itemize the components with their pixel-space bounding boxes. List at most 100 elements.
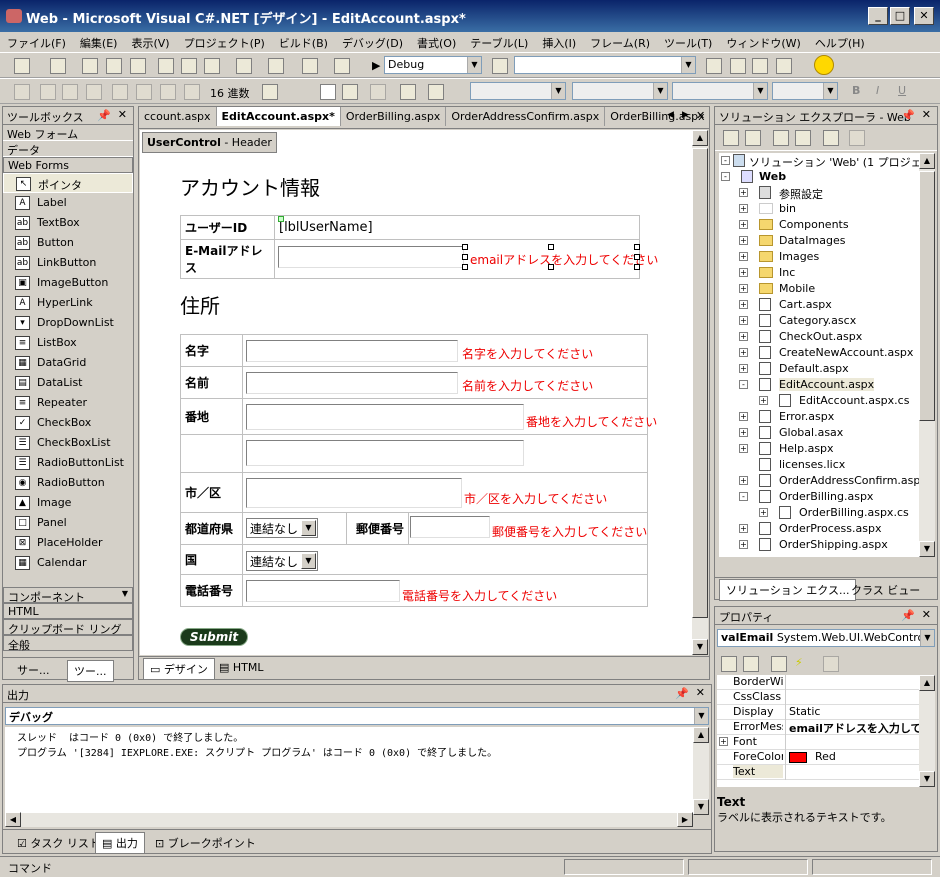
tree-node[interactable]: + Error.aspx <box>719 409 919 425</box>
doc-tab[interactable]: OrderAddressConfirm.aspx <box>446 107 606 126</box>
toolbox-item[interactable]: ab Button <box>3 233 133 253</box>
tree-node[interactable]: + Components <box>719 217 919 233</box>
view-code-icon[interactable] <box>723 130 739 146</box>
collapse-icon[interactable]: - <box>721 172 730 181</box>
design-surface[interactable]: UserControl - Header アカウント情報 ユーザーID [lblU… <box>140 130 692 655</box>
country-select[interactable]: 連結なし ▼ <box>246 551 318 571</box>
property-row[interactable]: Text <box>717 765 919 780</box>
scroll-up-icon[interactable]: ▲ <box>919 675 935 691</box>
toolbox-item[interactable]: ↖ ポインタ <box>3 173 133 193</box>
scroll-thumb[interactable] <box>919 171 935 421</box>
tree-node[interactable]: + OrderShipping.aspx <box>719 537 919 553</box>
tab-scroll-left-icon[interactable]: ◀ <box>667 110 674 120</box>
expand-icon[interactable]: + <box>739 476 748 485</box>
tree-node[interactable]: + OrderAddressConfirm.aspx <box>719 473 919 489</box>
font-size-combo[interactable]: ▼ <box>672 82 768 100</box>
pin-icon[interactable]: 📌 <box>901 109 915 122</box>
tree-node[interactable]: + Mobile <box>719 281 919 297</box>
property-value[interactable] <box>785 675 919 690</box>
tree-node[interactable]: + 参照設定 <box>719 185 919 201</box>
toolbox-item[interactable]: ▲ Image <box>3 493 133 513</box>
toolbox-item[interactable]: ▦ Calendar <box>3 553 133 573</box>
collapse-icon[interactable]: - <box>721 156 730 165</box>
toolbox-item[interactable]: ▦ DataGrid <box>3 353 133 373</box>
expand-icon[interactable]: + <box>759 396 768 405</box>
underline-icon[interactable]: U <box>898 84 906 97</box>
toolbox-category[interactable]: クリップボード リング <box>3 619 133 636</box>
navigate-forward-icon[interactable] <box>334 58 350 74</box>
scroll-right-icon[interactable]: ▶ <box>677 812 693 827</box>
banchi2-input[interactable] <box>246 440 524 466</box>
scroll-down-icon[interactable]: ▼ <box>919 541 935 557</box>
tree-node[interactable]: - ソリューション 'Web' (1 プロジェクト) <box>719 153 919 169</box>
restart-icon[interactable] <box>86 84 102 100</box>
solution-explorer-icon[interactable] <box>706 58 722 74</box>
output-tab[interactable]: ▤ 出力 <box>95 832 145 854</box>
property-value[interactable] <box>785 690 919 705</box>
banchi-input[interactable] <box>246 404 524 430</box>
toolbox-category[interactable]: データ <box>3 141 133 157</box>
minimize-button[interactable]: _ <box>868 7 888 25</box>
resize-handle[interactable] <box>462 264 468 270</box>
toolbox-item[interactable]: ◉ RadioButton <box>3 473 133 493</box>
toolbox-item[interactable]: ab LinkButton <box>3 253 133 273</box>
tree-node[interactable]: - Web <box>719 169 919 185</box>
expand-icon[interactable]: + <box>739 412 748 421</box>
scroll-up-icon[interactable]: ▲ <box>693 727 709 743</box>
new-project-icon[interactable] <box>14 58 30 74</box>
tree-node[interactable]: + Help.aspx <box>719 441 919 457</box>
pin-icon[interactable]: 📌 <box>675 687 689 700</box>
expand-icon[interactable]: + <box>739 428 748 437</box>
tree-node[interactable]: + EditAccount.aspx.cs <box>719 393 919 409</box>
refresh-icon[interactable] <box>773 130 789 146</box>
toolbox-item[interactable]: ⊠ PlaceHolder <box>3 533 133 553</box>
smiley-icon[interactable] <box>814 55 834 75</box>
usercontrol-header[interactable]: UserControl - Header <box>142 132 277 153</box>
phone-input[interactable] <box>246 580 400 602</box>
categorized-icon[interactable] <box>721 656 737 672</box>
toolbox-icon[interactable] <box>752 58 768 74</box>
toolbox-category[interactable]: 全般 <box>3 635 133 652</box>
doc-tab[interactable]: ccount.aspx <box>139 107 217 126</box>
close-icon[interactable]: ✕ <box>922 108 931 121</box>
copy-project-icon[interactable] <box>795 130 811 146</box>
menu-item[interactable]: プロジェクト(P) <box>177 32 272 51</box>
copy-icon[interactable] <box>181 58 197 74</box>
expand-icon[interactable]: + <box>739 332 748 341</box>
step-out-icon[interactable] <box>184 84 200 100</box>
table-icon[interactable] <box>400 84 416 100</box>
class-view-icon[interactable] <box>776 58 792 74</box>
expand-icon[interactable]: + <box>739 236 748 245</box>
menu-item[interactable]: 表示(V) <box>124 32 176 51</box>
toolbox-item[interactable]: □ Panel <box>3 513 133 533</box>
tree-node[interactable]: + CreateNewAccount.aspx <box>719 345 919 361</box>
email-input[interactable] <box>278 246 464 268</box>
property-row[interactable]: BorderWid <box>717 675 919 690</box>
block-format-combo[interactable]: ▼ <box>470 82 566 100</box>
expand-icon[interactable]: + <box>739 540 748 549</box>
bold-icon[interactable]: B <box>852 84 860 97</box>
toolbox-tab[interactable]: ツー... <box>67 660 114 682</box>
menu-item[interactable]: 挿入(I) <box>535 32 583 51</box>
open-icon[interactable] <box>82 58 98 74</box>
save-icon[interactable] <box>106 58 122 74</box>
toolbox-category[interactable]: HTML <box>3 603 133 619</box>
toolbox-item[interactable]: ☰ CheckBoxList <box>3 433 133 453</box>
close-button[interactable]: ✕ <box>914 7 934 25</box>
menu-item[interactable]: 書式(O) <box>410 32 463 51</box>
collapse-icon[interactable]: - <box>739 492 748 501</box>
toolbox-item[interactable]: ▣ ImageButton <box>3 273 133 293</box>
scroll-up-icon[interactable]: ▲ <box>692 130 708 146</box>
toolbox-item[interactable]: ≡ ListBox <box>3 333 133 353</box>
find-combo[interactable]: ▼ <box>514 56 696 74</box>
close-icon[interactable]: ✕ <box>118 108 127 121</box>
doc-tab[interactable]: OrderBilling.aspx <box>341 107 447 126</box>
cut-icon[interactable] <box>158 58 174 74</box>
add-item-icon[interactable] <box>50 58 66 74</box>
tree-node[interactable]: + Inc <box>719 265 919 281</box>
resize-handle[interactable] <box>462 244 468 250</box>
tree-node[interactable]: + bin <box>719 201 919 217</box>
undo-icon[interactable] <box>236 58 252 74</box>
find-in-files-icon[interactable] <box>492 58 508 74</box>
pin-icon[interactable]: 📌 <box>97 109 111 122</box>
